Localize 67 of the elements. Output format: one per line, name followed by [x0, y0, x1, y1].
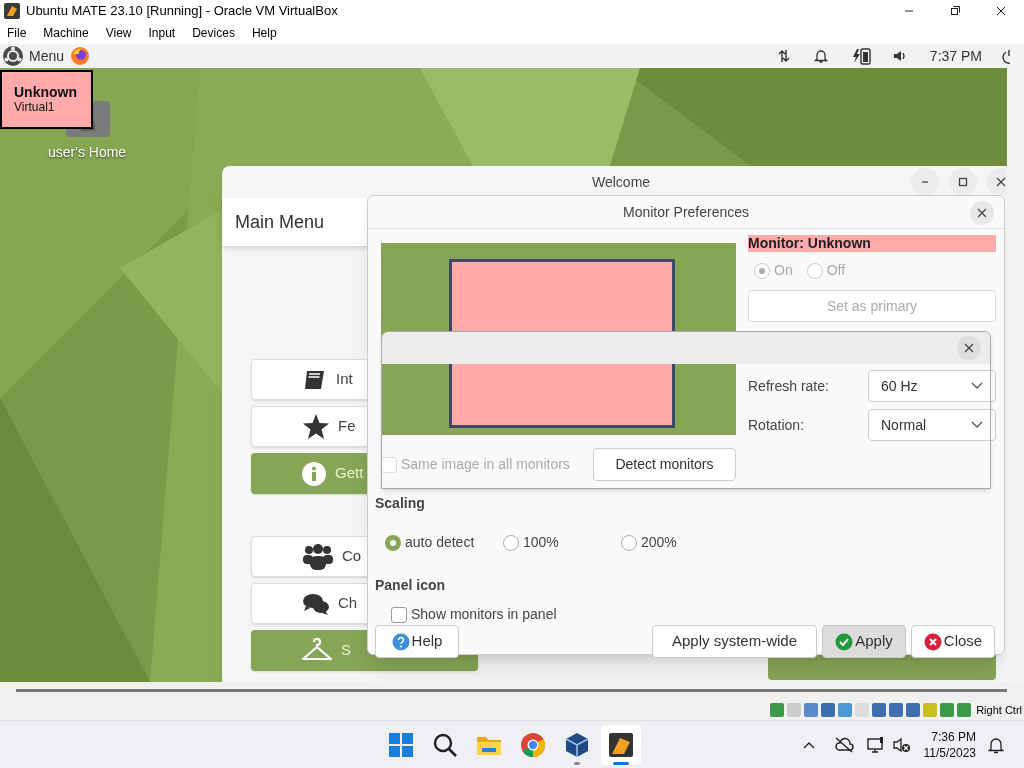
browser-icon[interactable]	[70, 46, 91, 66]
help-icon	[391, 632, 410, 651]
maximize-button[interactable]	[949, 168, 977, 196]
menu-item[interactable]: View	[99, 24, 138, 42]
running-indicator	[613, 761, 629, 765]
monitor-output: Virtual1	[14, 100, 56, 114]
menu-button[interactable]: Menu	[29, 45, 65, 67]
dialog-button[interactable]: Apply system-wide	[652, 625, 817, 658]
cloud-icon[interactable]	[833, 736, 854, 753]
section-heading: Scaling	[375, 494, 426, 513]
setting-label: Refresh rate:	[748, 376, 830, 396]
close-button[interactable]	[970, 201, 994, 225]
radio-label: auto detect	[405, 533, 475, 552]
menu-item[interactable]: Machine	[37, 24, 95, 42]
window-title: Ubuntu MATE 23.10 [Running] - Oracle VM VirtualBox	[26, 2, 338, 21]
people-icon	[302, 542, 334, 571]
menu-item[interactable]: File	[1, 24, 33, 42]
monitor-name: Unknown	[14, 84, 78, 100]
clock[interactable]: 7:36 PM 11/5/2023	[923, 728, 976, 761]
monitor-heading: Monitor: Unknown	[748, 235, 996, 252]
panel-clock[interactable]: 7:37 PM	[929, 45, 982, 67]
volume-muted-icon[interactable]	[891, 735, 912, 754]
radio-label: 200%	[641, 533, 677, 552]
radio-label: 100%	[523, 533, 559, 552]
window-title: Monitor Preferences	[622, 202, 750, 222]
network-icon[interactable]	[865, 735, 886, 754]
close-icon	[963, 342, 975, 354]
radio-button[interactable]	[621, 534, 637, 551]
minimize-icon	[922, 181, 928, 183]
bell-icon[interactable]	[813, 48, 828, 64]
dropdown[interactable]: Normal	[868, 409, 996, 441]
chevron-down-icon	[971, 382, 983, 390]
star-icon	[302, 412, 330, 441]
menu-item[interactable]: Input	[142, 24, 182, 42]
scrollbar[interactable]	[16, 689, 1007, 692]
volume-icon[interactable]	[891, 48, 908, 64]
dialog-button[interactable]: Apply	[822, 625, 906, 658]
dialog-button[interactable]: Close	[911, 625, 995, 658]
bell-icon[interactable]	[988, 735, 1004, 754]
window-title: Welcome	[592, 172, 651, 192]
running-indicator	[574, 761, 580, 765]
menu-item[interactable]: Devices	[186, 24, 241, 42]
radio-label: On	[774, 261, 793, 280]
close-button[interactable]	[987, 168, 1007, 196]
setting-label: Rotation:	[748, 415, 806, 435]
close-icon	[976, 207, 988, 219]
minimize-icon	[905, 10, 913, 12]
battery-icon[interactable]	[851, 47, 872, 65]
radio-button[interactable]	[754, 262, 770, 279]
radio-button[interactable]	[385, 534, 401, 551]
host-key-label: Right Ctrl	[976, 702, 1022, 718]
radio-button[interactable]	[503, 534, 519, 551]
chevron-down-icon	[971, 421, 983, 429]
menu-item[interactable]: Help	[245, 24, 283, 42]
radio-button[interactable]	[806, 262, 823, 279]
checkbox[interactable]	[391, 606, 407, 623]
dropdown[interactable]: 60 Hz	[868, 370, 996, 402]
dialog-button[interactable]: Help	[375, 625, 459, 658]
detect-monitors-button[interactable]: Detect monitors	[593, 448, 736, 481]
device-icons-drawing[interactable]	[769, 701, 974, 719]
radio-label: Off	[826, 261, 846, 280]
close-icon	[923, 632, 942, 651]
app-icon	[4, 3, 20, 19]
taskbar-button[interactable]	[601, 724, 641, 765]
info-icon	[301, 460, 327, 487]
close-button[interactable]	[957, 336, 981, 360]
check-icon	[835, 632, 854, 651]
